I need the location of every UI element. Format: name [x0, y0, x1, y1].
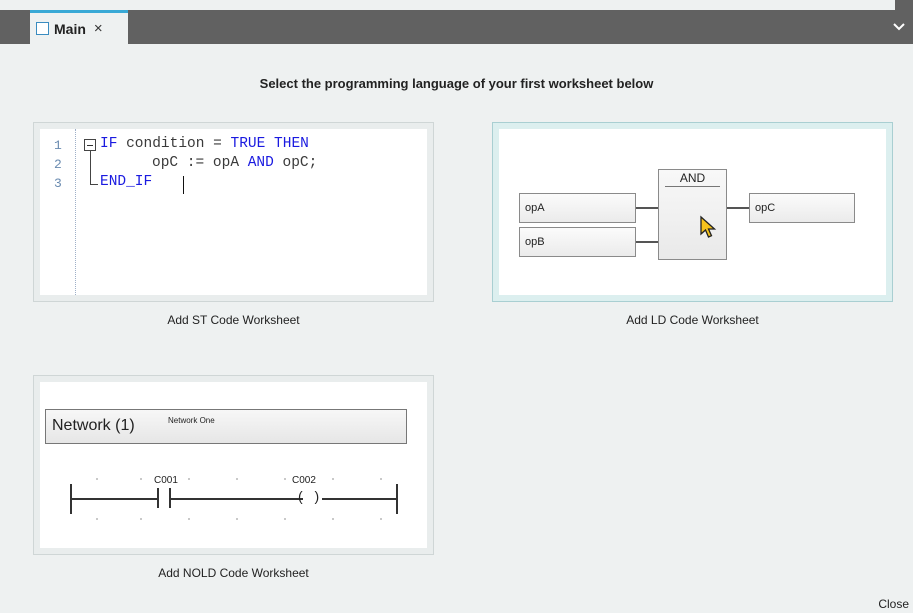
grid-dot [380, 518, 382, 520]
code-text: opC := opA [152, 155, 248, 171]
code-line-3: END_IF [100, 174, 152, 190]
code-keyword: END_IF [100, 174, 153, 190]
line-number: 1 [54, 138, 62, 153]
st-worksheet-card[interactable]: 1 2 3 IF condition = TRUE THEN opC := op… [33, 122, 434, 302]
mouse-cursor-icon [700, 215, 717, 238]
text-caret [183, 176, 184, 194]
grid-dot [188, 478, 190, 480]
grid-dot [96, 478, 98, 480]
fold-guide [90, 151, 91, 184]
code-line-1: IF condition = TRUE THEN [100, 136, 309, 152]
instruction-text: Select the programming language of your … [259, 76, 654, 91]
tab-main[interactable]: Main × [30, 10, 128, 44]
code-line-2: opC := opA AND opC; [152, 155, 317, 171]
tab-bar: Main × [0, 10, 913, 44]
code-keyword: TRUE THEN [230, 136, 309, 152]
nold-worksheet-card[interactable]: Network (1) Network One C001 C002 ( ) [33, 375, 434, 555]
right-power-rail [396, 484, 398, 514]
code-keyword: IF [100, 136, 118, 152]
st-code-preview: 1 2 3 IF condition = TRUE THEN opC := op… [40, 129, 427, 295]
network-title: Network (1) [52, 417, 135, 434]
grid-dot [332, 518, 334, 520]
ld-wire [636, 241, 658, 243]
rung-wire [322, 498, 396, 500]
ld-wire [636, 207, 658, 209]
close-button[interactable]: Close [878, 597, 909, 611]
top-strip [895, 0, 913, 10]
tab-menu-button[interactable] [885, 10, 913, 44]
ld-input-opa: opA [519, 193, 636, 223]
ld-diagram-preview: opA opB AND opC [499, 129, 886, 295]
grid-dot [140, 478, 142, 480]
code-text: opC; [273, 155, 318, 171]
ld-output-opc: opC [749, 193, 855, 223]
ld-block-title: AND [679, 171, 706, 185]
line-number: 2 [54, 157, 62, 172]
grid-dot [96, 518, 98, 520]
fold-guide-end [90, 184, 98, 185]
st-code-editor: 1 2 3 IF condition = TRUE THEN opC := op… [40, 129, 427, 295]
ld-wire [727, 207, 749, 209]
grid-dot [284, 478, 286, 480]
network-header: Network (1) Network One [45, 409, 407, 444]
contact-left-bar [157, 488, 159, 508]
grid-dot [284, 518, 286, 520]
ld-worksheet-card[interactable]: opA opB AND opC [492, 122, 893, 302]
ld-input-opb: opB [519, 227, 636, 257]
tab-close-icon[interactable]: × [94, 20, 103, 37]
st-card-label[interactable]: Add ST Code Worksheet [33, 313, 434, 327]
code-keyword: AND [247, 155, 274, 171]
network-comment: Network One [168, 416, 215, 425]
nold-diagram-preview: Network (1) Network One C001 C002 ( ) [40, 382, 427, 548]
line-number: 3 [54, 176, 62, 191]
grid-dot [380, 478, 382, 480]
worksheet-icon [36, 22, 49, 35]
line-number-gutter [40, 129, 76, 295]
code-text: condition = [117, 136, 231, 152]
grid-dot [140, 518, 142, 520]
chevron-down-icon [893, 23, 905, 31]
ld-block-separator [665, 186, 720, 187]
rung-wire [71, 498, 157, 500]
grid-dot [236, 478, 238, 480]
coil-symbol: ( ) [298, 488, 324, 504]
ld-card-label[interactable]: Add LD Code Worksheet [492, 313, 893, 327]
rung-wire [171, 498, 303, 500]
contact-tag: C001 [154, 475, 178, 486]
fold-collapse-icon [84, 139, 96, 151]
nold-card-label[interactable]: Add NOLD Code Worksheet [33, 566, 434, 580]
tab-main-label: Main [54, 20, 86, 37]
grid-dot [236, 518, 238, 520]
grid-dot [332, 478, 334, 480]
grid-dot [188, 518, 190, 520]
coil-tag: C002 [292, 475, 316, 486]
